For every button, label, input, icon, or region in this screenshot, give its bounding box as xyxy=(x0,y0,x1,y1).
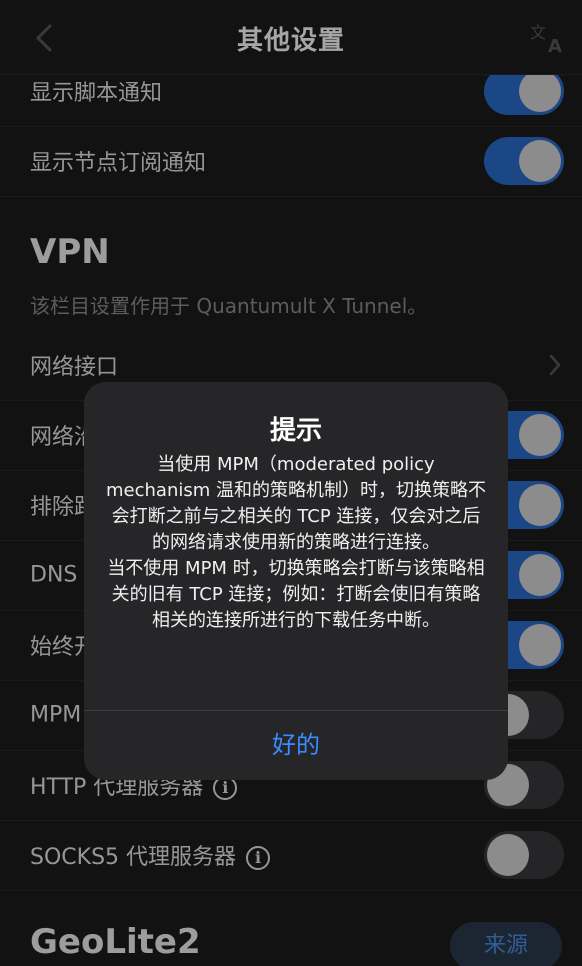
alert-message-paragraph: 当不使用 MPM 时，切换策略会打断与该策略相关的旧有 TCP 连接；例如：打断… xyxy=(107,558,485,631)
screen: 其他设置 文 A 显示脚本通知 显示节点订阅通知 VPN 该栏目设置作用于 Qu… xyxy=(0,0,582,966)
alert-dialog: 提示 当使用 MPM（moderated policy mechanism 温和… xyxy=(84,382,508,780)
alert-message-paragraph: 当使用 MPM（moderated policy mechanism 温和的策略… xyxy=(106,454,486,553)
alert-title: 提示 xyxy=(269,416,322,446)
ok-button[interactable]: 好的 xyxy=(84,711,508,780)
alert-message: 当使用 MPM（moderated policy mechanism 温和的策略… xyxy=(104,452,488,634)
